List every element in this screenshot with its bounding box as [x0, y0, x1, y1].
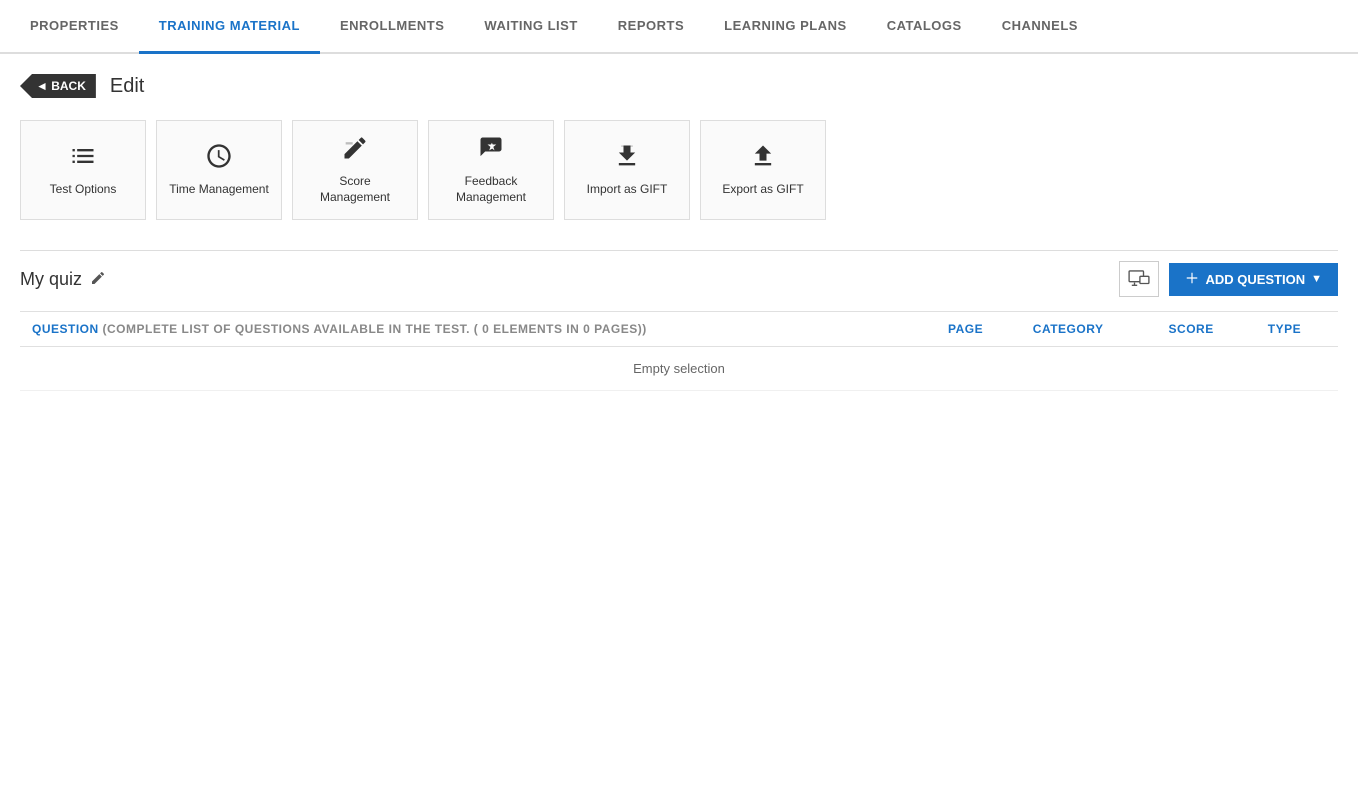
col-header-type: TYPE — [1256, 312, 1338, 347]
edit-header: ◄ BACK Edit — [20, 74, 1338, 98]
empty-state-row: Empty selection — [20, 347, 1338, 391]
quiz-actions: ADD QUESTION ▼ — [1119, 261, 1338, 297]
add-question-button[interactable]: ADD QUESTION ▼ — [1169, 263, 1338, 296]
monitor-icon-button[interactable] — [1119, 261, 1159, 297]
tool-card-score-management[interactable]: Score Management — [292, 120, 418, 220]
tool-card-feedback-management[interactable]: Feedback Management — [428, 120, 554, 220]
tool-card-score-management-label: Score Management — [303, 174, 407, 205]
add-question-label: ADD QUESTION — [1205, 272, 1305, 287]
tab-enrollments[interactable]: ENROLLMENTS — [320, 0, 464, 54]
tab-learning-plans[interactable]: LEARNING PLANS — [704, 0, 867, 54]
col-header-question: QUESTION (Complete list of questions ava… — [20, 312, 936, 347]
quiz-edit-icon[interactable] — [90, 270, 106, 289]
tool-cards-container: Test Options Time Management Score Manag… — [20, 120, 1338, 220]
page-title: Edit — [110, 75, 144, 98]
back-button[interactable]: ◄ BACK — [20, 74, 96, 98]
dropdown-arrow-icon: ▼ — [1311, 273, 1322, 285]
tool-card-import-gift-label: Import as GIFT — [587, 182, 668, 198]
score-edit-icon — [341, 134, 369, 166]
export-icon — [749, 142, 777, 174]
add-question-icon — [1185, 271, 1199, 288]
quiz-title: My quiz — [20, 269, 106, 290]
tool-card-time-management[interactable]: Time Management — [156, 120, 282, 220]
quiz-title-text: My quiz — [20, 269, 82, 290]
clock-icon — [205, 142, 233, 174]
nav-tabs: PROPERTIES TRAINING MATERIAL ENROLLMENTS… — [0, 0, 1358, 54]
tool-card-time-management-label: Time Management — [169, 182, 269, 198]
page-content: ◄ BACK Edit Test Options Time Management… — [0, 54, 1358, 411]
col-header-category: CATEGORY — [1021, 312, 1157, 347]
col-header-page: PAGE — [936, 312, 1021, 347]
col-header-score: SCORE — [1157, 312, 1256, 347]
quiz-section: My quiz ADD — [20, 250, 1338, 391]
tab-catalogs[interactable]: CATALOGS — [867, 0, 982, 54]
tab-training-material[interactable]: TRAINING MATERIAL — [139, 0, 320, 54]
tool-card-export-gift-label: Export as GIFT — [722, 182, 803, 198]
table-header-row: QUESTION (Complete list of questions ava… — [20, 312, 1338, 347]
tab-properties[interactable]: PROPERTIES — [10, 0, 139, 54]
tab-reports[interactable]: REPORTS — [598, 0, 704, 54]
tool-card-test-options[interactable]: Test Options — [20, 120, 146, 220]
question-header-label: QUESTION — [32, 322, 99, 336]
tab-channels[interactable]: CHANNELS — [982, 0, 1098, 54]
tab-waiting-list[interactable]: WAITING LIST — [464, 0, 597, 54]
tool-card-import-gift[interactable]: Import as GIFT — [564, 120, 690, 220]
question-header-meta: (Complete list of questions available in… — [103, 322, 647, 336]
tool-card-test-options-label: Test Options — [50, 182, 117, 198]
tool-card-feedback-management-label: Feedback Management — [439, 174, 543, 205]
list-icon — [69, 142, 97, 174]
empty-selection-label: Empty selection — [20, 347, 1338, 391]
import-icon — [613, 142, 641, 174]
tool-card-export-gift[interactable]: Export as GIFT — [700, 120, 826, 220]
quiz-header: My quiz ADD — [20, 261, 1338, 297]
questions-table: QUESTION (Complete list of questions ava… — [20, 311, 1338, 391]
feedback-icon — [477, 134, 505, 166]
